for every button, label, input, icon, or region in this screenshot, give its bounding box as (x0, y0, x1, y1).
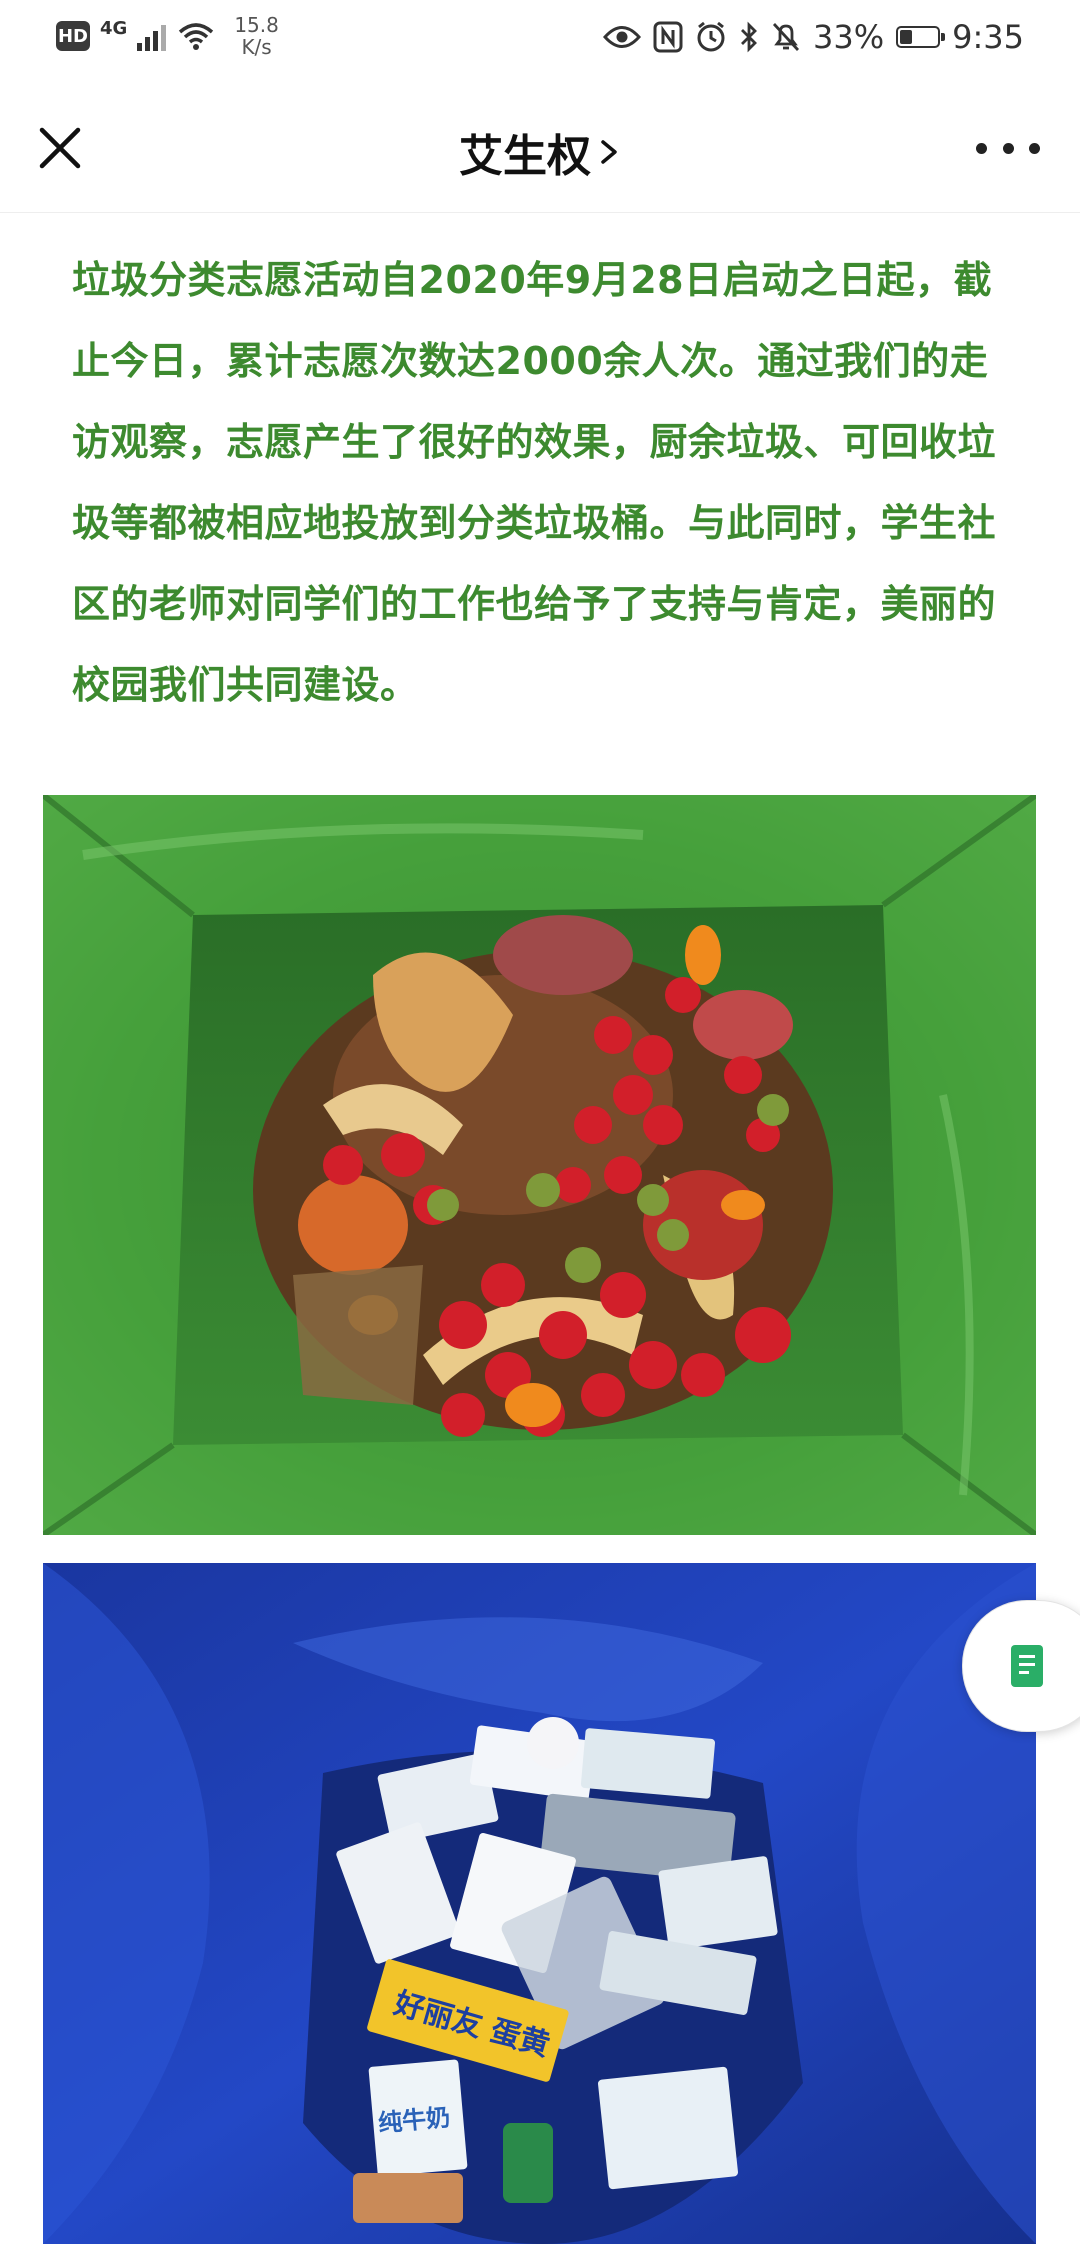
battery-fill (900, 30, 913, 44)
account-link[interactable]: 艾生权 (459, 120, 621, 184)
document-icon (1011, 1645, 1043, 1687)
network-speed: 15.8 K/s (234, 14, 279, 58)
nav-bar: 艾生权 (0, 86, 1080, 213)
floating-document-button[interactable] (962, 1600, 1080, 1732)
speed-value: 15.8 (234, 13, 279, 37)
article-paragraph: 垃圾分类志愿活动自2020年9月28日启动之日起，截止今日，累计志愿次数达200… (72, 258, 997, 707)
eye-icon (603, 26, 642, 48)
more-icon-dot (976, 142, 987, 154)
network-type: 4G (100, 17, 128, 39)
status-right: 33% 9:35 (603, 18, 1024, 56)
recyclable-waste-photo[interactable]: 好丽友 蛋黄 纯牛奶 (43, 1563, 1036, 2244)
alarm-icon (697, 21, 725, 52)
signal-icon (137, 21, 167, 51)
wifi-icon (179, 23, 214, 50)
more-icon-dot (1029, 142, 1040, 154)
hd-badge: HD (56, 21, 90, 51)
page-title: 艾生权 (459, 131, 591, 182)
chevron-right-icon (601, 140, 617, 164)
speed-unit: K/s (241, 35, 272, 59)
more-icon-dot (1002, 142, 1014, 154)
battery-percent: 33% (813, 18, 885, 56)
status-left: HD 4G 15.8 K/s (56, 14, 279, 58)
recyclable-bin-image: 好丽友 蛋黄 纯牛奶 (43, 1563, 1036, 2244)
status-bar: HD 4G 15.8 K/s 33% 9:35 (0, 0, 1080, 86)
food-waste-bin-image (43, 795, 1036, 1535)
nfc-icon (653, 21, 683, 53)
clock: 9:35 (952, 18, 1024, 56)
mute-bell-icon (772, 23, 800, 51)
nav-title-wrap: 艾生权 (0, 120, 1080, 184)
more-button[interactable] (976, 126, 1040, 170)
battery-icon (896, 26, 946, 48)
bluetooth-icon (741, 21, 757, 53)
food-waste-photo[interactable] (43, 795, 1036, 1535)
